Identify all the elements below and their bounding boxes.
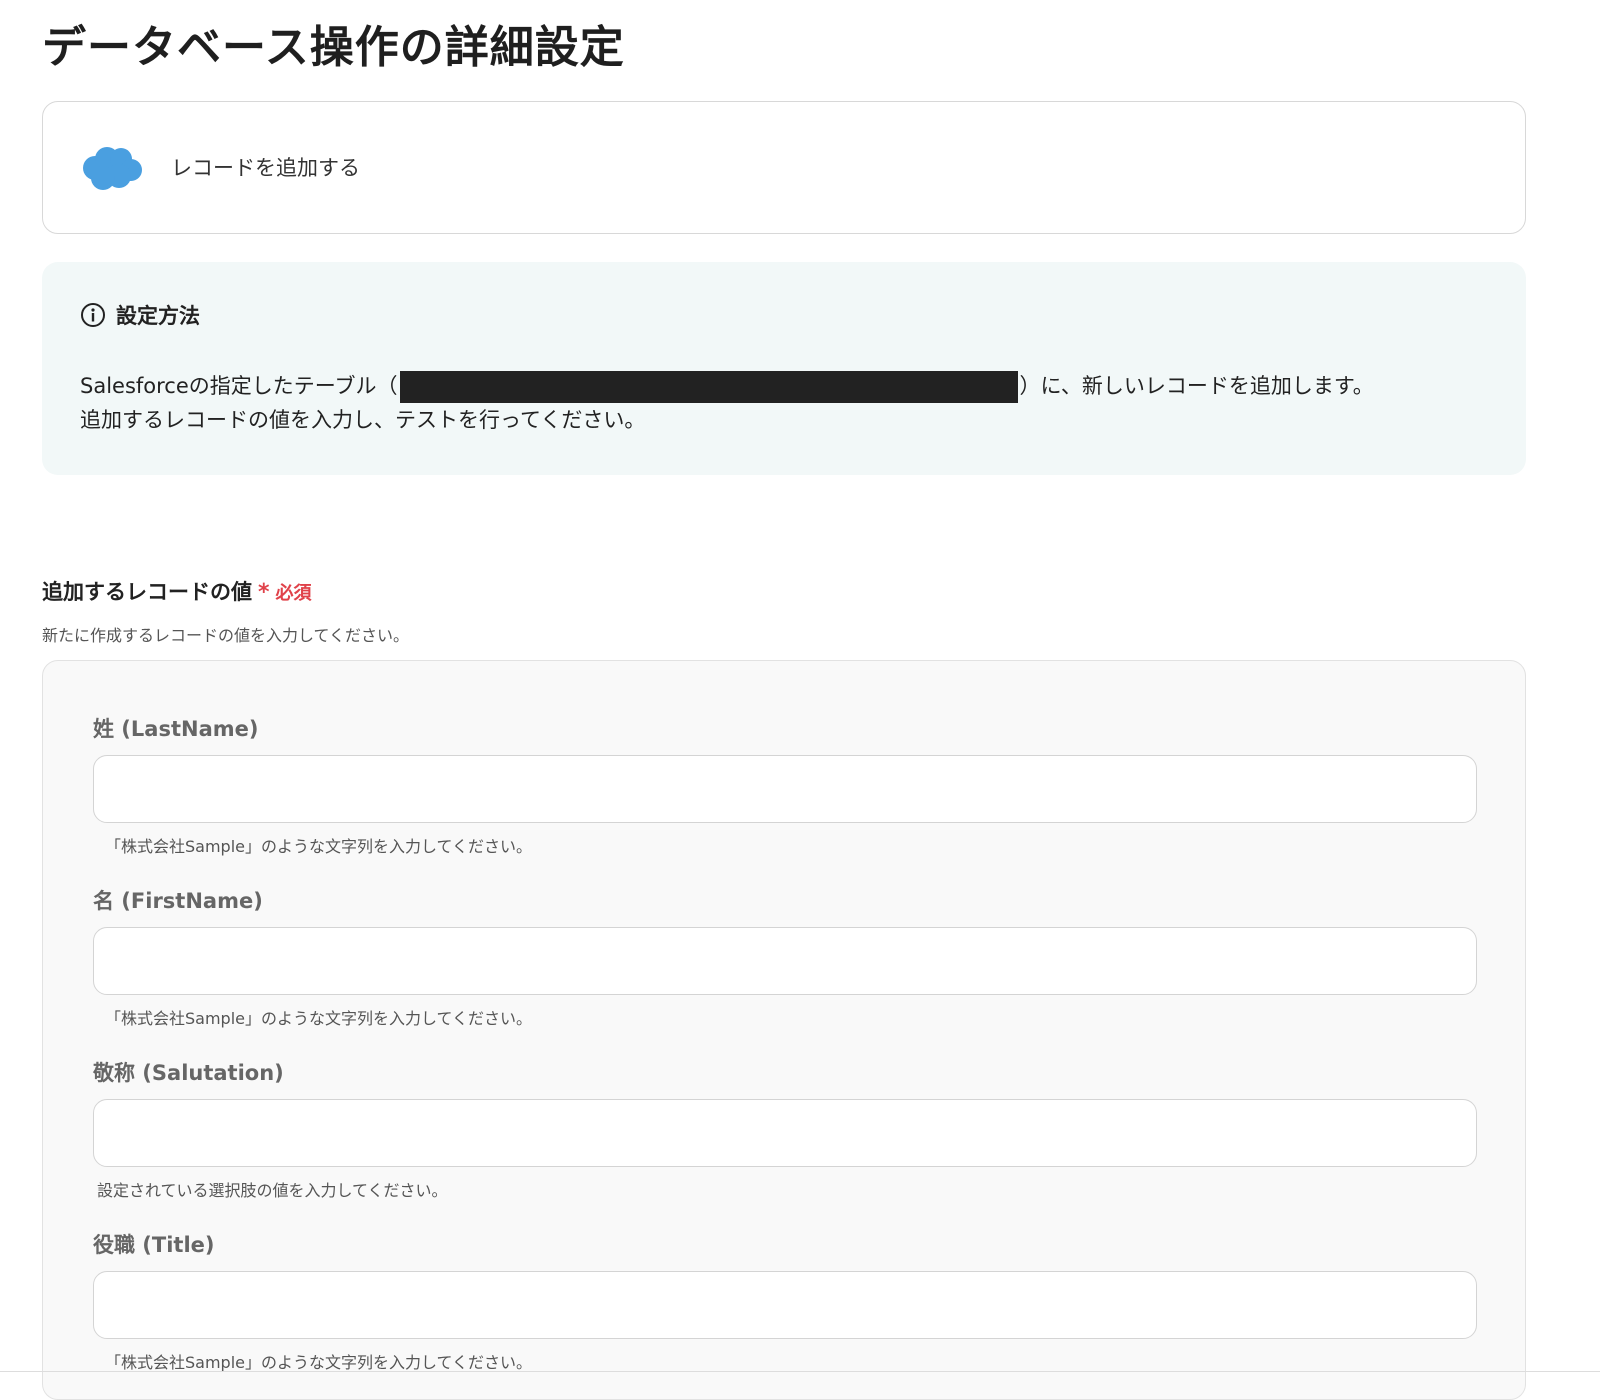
field-label-lastname: 姓 (LastName) [93,717,259,741]
field-hint-salutation: 設定されている選択肢の値を入力してください。 [97,1181,448,1200]
title-input[interactable] [93,1271,1477,1339]
info-heading: 設定方法 [80,300,200,330]
required-asterisk: * [258,580,270,605]
page: データベース操作の詳細設定 レコードを追加する 設定方法 Salesforceの… [0,0,1600,1400]
page-title: データベース操作の詳細設定 [42,22,625,73]
info-heading-text: 設定方法 [116,304,200,328]
section-title: 追加するレコードの値 [42,580,252,604]
field-label-firstname: 名 (FirstName) [93,889,263,913]
action-card[interactable]: レコードを追加する [42,101,1526,234]
section-description: 新たに作成するレコードの値を入力してください。 [42,626,410,645]
field-hint-firstname: 「株式会社Sample」のような文字列を入力してください。 [105,1009,533,1028]
info-circle-icon [81,303,105,327]
info-description-line-1: Salesforceの指定したテーブル（ ）に、新しいレコードを追加します。 [80,370,1374,403]
lastname-input[interactable] [93,755,1477,823]
firstname-input[interactable] [93,927,1477,995]
info-box: 設定方法 Salesforceの指定したテーブル（ ）に、新しいレコードを追加しま… [42,262,1526,475]
section-heading: 追加するレコードの値 * 必須 [42,576,312,606]
info-text-after-redaction: ）に、新しいレコードを追加します。 [1019,374,1374,398]
field-label-title: 役職 (Title) [93,1233,215,1257]
field-label-salutation: 敬称 (Salutation) [93,1061,284,1085]
info-text-before-redaction: Salesforceの指定したテーブル（ [80,374,398,398]
info-description-line-2: 追加するレコードの値を入力し、テストを行ってください。 [80,408,646,432]
redacted-table-name [399,371,1018,403]
action-label: レコードを追加する [171,156,360,180]
salesforce-cloud-icon [83,147,142,190]
field-hint-title: 「株式会社Sample」のような文字列を入力してください。 [105,1353,533,1372]
required-label: 必須 [275,583,312,604]
salutation-input[interactable] [93,1099,1477,1167]
field-hint-lastname: 「株式会社Sample」のような文字列を入力してください。 [105,837,533,856]
record-values-panel: 姓 (LastName) 「株式会社Sample」のような文字列を入力してくださ… [42,660,1526,1400]
bottom-divider [0,1371,1600,1372]
